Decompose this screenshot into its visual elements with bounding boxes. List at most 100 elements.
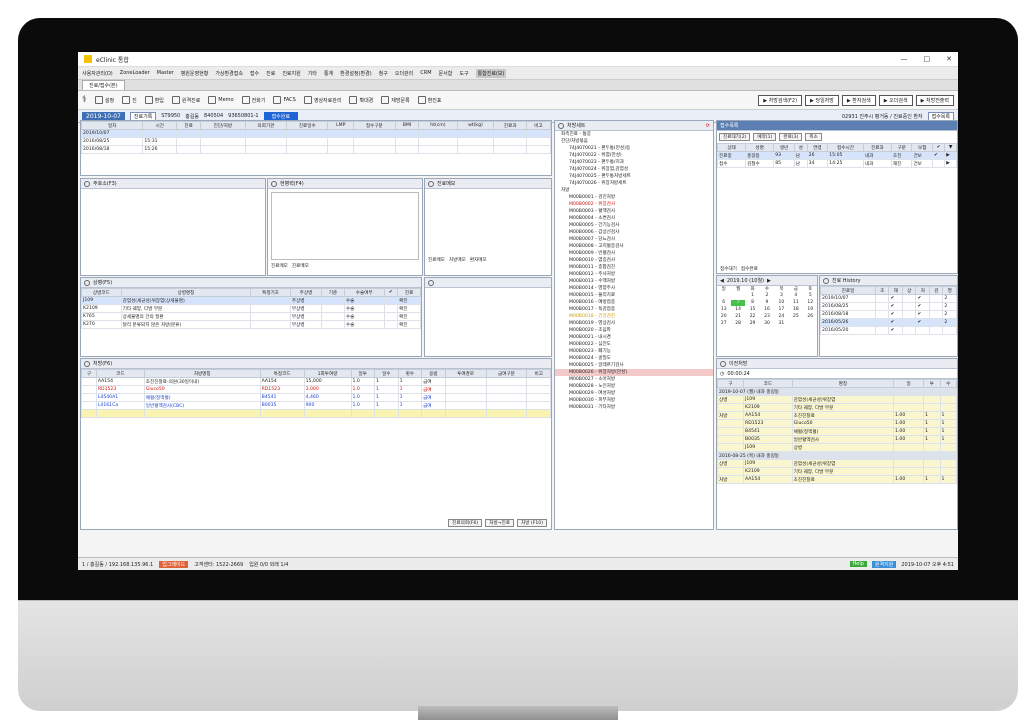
tree-item[interactable]: M00B0027 - 소아처방 [555, 376, 713, 383]
visit-history-row[interactable]: 2016/08/25 ✔ ✔ 2 [820, 302, 957, 311]
column-header[interactable]: 수술여부 [343, 288, 385, 297]
column-header[interactable]: 접수구분 [353, 121, 396, 130]
memo-tab-3[interactable]: 환자메모 [470, 257, 487, 263]
radio-icon[interactable] [84, 180, 90, 187]
column-header[interactable]: 특정코드 [259, 369, 305, 378]
tree-item[interactable]: M00B0026 - 위장처방(만성) [555, 369, 713, 376]
column-header[interactable]: 구 [81, 369, 97, 378]
tree-item[interactable]: M00B0002 - 위장검사 [555, 201, 713, 208]
column-header[interactable]: ✔ [931, 143, 946, 152]
tree-item[interactable]: M00B0021 - 내시경 [555, 334, 713, 341]
calendar-day[interactable]: 11 [789, 300, 802, 306]
reception-row[interactable]: 진료중 홍길동 93 남 26 15:05 내과 초진 건보 ✔ ▶ [717, 151, 957, 160]
column-header[interactable]: 1회투여량 [303, 369, 352, 378]
past-order-row[interactable]: B4541 채혈(정맥혈) 1.00 1 1 [717, 427, 957, 436]
tree-item[interactable]: M00B0011 - 종합검진 [555, 264, 713, 271]
menu-item-12[interactable]: 오더관리 [395, 70, 413, 77]
waiting-tab[interactable]: 접수대기 [720, 266, 737, 272]
column-header[interactable]: 진료과 [493, 121, 528, 130]
calendar-day[interactable]: 10 [775, 300, 788, 306]
visit-history-row[interactable]: 2016/08/18 ✔ ✔ 2 [820, 310, 957, 319]
calendar-day[interactable]: 31 [775, 321, 788, 327]
calendar-day[interactable]: 25 [789, 314, 802, 320]
diagnosis-row[interactable]: K270 달리 분류되지 않은 처방(분류) 부상병 수술 확진 [81, 320, 421, 329]
radio-icon[interactable] [271, 180, 277, 187]
tree-item[interactable]: 74J4070026 - 위장처방세트 [555, 180, 713, 187]
tree-item[interactable]: M00B0028 - 노인처방 [555, 383, 713, 390]
tree-item[interactable]: M00B0018 - 건강검진 [555, 313, 713, 320]
column-header[interactable]: 용법 [421, 369, 446, 378]
tab-reception[interactable]: 진료/접수(본) [82, 80, 125, 90]
tree-item[interactable]: M00B0004 - 소변검사 [555, 215, 713, 222]
visit-row[interactable]: 2016/08/25 15:31 [81, 137, 551, 146]
toolbar-button-9[interactable]: 재방문록 [381, 96, 410, 104]
calendar-day[interactable] [717, 293, 730, 299]
history-tab-1[interactable]: 진료메모 [271, 263, 288, 269]
column-header[interactable]: ht(cm) [418, 121, 458, 130]
column-header[interactable]: 비고 [526, 369, 551, 378]
history-editor[interactable] [271, 192, 419, 260]
tree-item[interactable]: M00B0029 - 여성처방 [555, 390, 713, 397]
visit-row[interactable]: 2019/10/07 [81, 129, 551, 138]
tree-item[interactable]: M00B0030 - 피부처방 [555, 397, 713, 404]
refresh-icon[interactable]: ⟳ [706, 123, 710, 129]
column-header[interactable]: 명칭 [791, 379, 895, 388]
tree-item[interactable]: M00B0005 - 간기능검사 [555, 222, 713, 229]
column-header[interactable]: 처 [915, 286, 930, 295]
menu-item-6[interactable]: 진료 [266, 70, 275, 77]
column-header[interactable]: 진료 [397, 288, 421, 297]
visit-row[interactable]: 2016/08/18 15:26 [81, 145, 551, 154]
menu-item-2[interactable]: Master [157, 70, 174, 76]
past-order-row[interactable]: 상병 J109 감염성(세균성)위장염 [717, 395, 957, 404]
menu-item-8[interactable]: 기타 [308, 70, 317, 77]
column-header[interactable]: 상태 [717, 143, 747, 152]
column-header[interactable]: 영 [942, 286, 957, 295]
tree-item[interactable]: M00B0015 - 물리치료 [555, 292, 713, 299]
order-row[interactable]: AA154 초진진찰료-의원(30일이내) AA154 15,000 1.0 1 1 급여 [81, 377, 551, 386]
minimize-button[interactable]: — [901, 55, 908, 63]
column-header[interactable]: 코드 [743, 379, 793, 388]
calendar-day[interactable]: 19 [804, 307, 817, 313]
column-header[interactable]: 구분 [890, 143, 913, 152]
radio-icon[interactable] [428, 180, 434, 187]
upgrade-badge[interactable]: 업그레이드 [159, 560, 189, 568]
past-order-row[interactable]: 처방 AA154 초진진찰료 1.00 1 1 [717, 411, 957, 420]
toolbar-button-5[interactable]: 전화기 [241, 96, 265, 104]
column-header[interactable]: 일수 [374, 369, 399, 378]
column-header[interactable]: 특정기호 [250, 288, 291, 297]
reception-tab-1[interactable]: 예약(1) [753, 133, 777, 141]
calendar-day[interactable]: 9 [760, 300, 773, 306]
radio-icon[interactable] [823, 277, 829, 284]
tree-item[interactable]: M00B0020 - 초음파 [555, 327, 713, 334]
menu-item-4[interactable]: 가상환경접속 [215, 70, 243, 77]
tree-item[interactable]: M00B0017 - 독감접종 [555, 306, 713, 313]
toolbar-button-10[interactable]: 환진표 [417, 96, 442, 104]
calendar-day[interactable]: 7 [731, 300, 745, 306]
calendar-day[interactable]: 2 [760, 293, 773, 299]
menu-item-15[interactable]: 도구 [459, 70, 468, 77]
menu-item-10[interactable]: 환경설정(환경) [340, 70, 372, 77]
tree-item[interactable]: 진단/처방묶음 [555, 138, 713, 145]
reception-tab-2[interactable]: 완료(3) [779, 133, 803, 141]
column-header[interactable]: wt(kg) [456, 121, 495, 130]
tree-item[interactable]: M00B0013 - 수액처방 [555, 278, 713, 285]
toolbar-button-2[interactable]: 환입 [144, 96, 164, 104]
column-header[interactable]: 주상병 [289, 288, 323, 297]
tree-item[interactable]: M00B0031 - 기타처방 [555, 404, 713, 411]
tree-item[interactable]: M00B0016 - 예방접종 [555, 299, 713, 306]
column-header[interactable]: 비고 [526, 121, 551, 130]
diagnosis-row[interactable]: K2109 기타 궤양, 다발 부분 부상병 수술 확진 [81, 304, 421, 313]
past-order-row[interactable]: RD1523 Gluco50 1.00 1 1 [717, 419, 957, 428]
column-header[interactable]: 성명 [745, 143, 775, 152]
order-to-visit-button[interactable]: 처방→진료 [485, 519, 514, 527]
calendar-day[interactable] [804, 321, 817, 327]
column-header[interactable]: 재 [888, 286, 903, 295]
calendar-day[interactable]: 22 [746, 314, 759, 320]
column-header[interactable]: 상병코드 [81, 288, 122, 297]
toolbar-action-button-0[interactable]: ▶ 처방검색(F2) [758, 94, 803, 106]
next-month-icon[interactable]: ▶ [767, 278, 771, 284]
calendar-day[interactable]: 6 [717, 300, 730, 306]
column-header[interactable]: 투 [923, 379, 941, 388]
memo-tab-2[interactable]: 처방메모 [449, 257, 466, 263]
calendar-day[interactable]: 27 [717, 321, 730, 327]
